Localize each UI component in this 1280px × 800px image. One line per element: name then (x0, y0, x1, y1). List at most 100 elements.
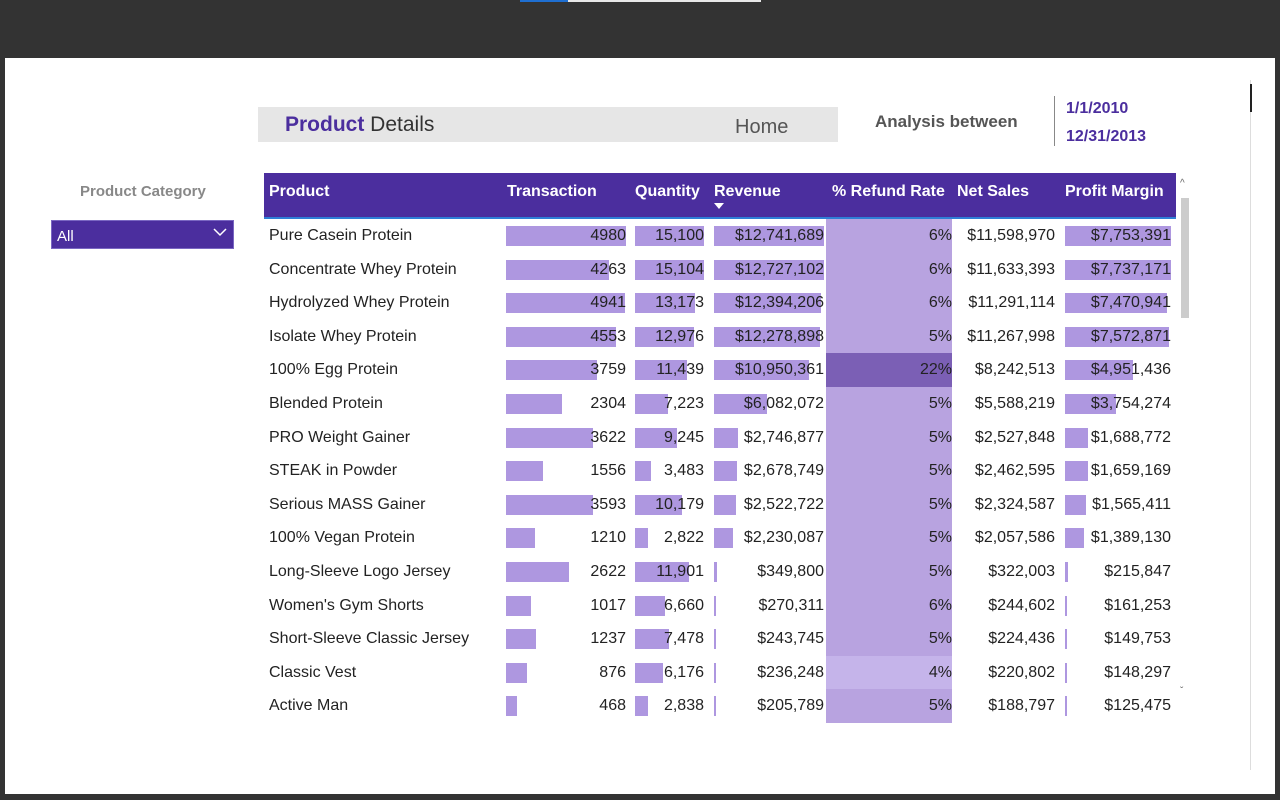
cell-value: 5% (928, 697, 952, 715)
column-header-refund-rate[interactable]: % Refund Rate (832, 183, 945, 201)
cell-value: $243,745 (757, 630, 824, 648)
cell-refund-rate: 5% (826, 521, 952, 555)
table-row[interactable]: Women's Gym Shorts 1017 6,660 $270,311 6% $24… (264, 588, 1176, 623)
table-row[interactable]: Concentrate Whey Protein 4263 15,104 $12,72… (264, 252, 1176, 287)
table-row[interactable]: Hydrolyzed Whey Protein 4941 13,173 $12,394… (264, 286, 1176, 320)
cell-value: $8,242,513 (974, 361, 1055, 379)
cell-profit-margin: $215,847 (1065, 555, 1171, 589)
column-header-profit-margin[interactable]: Profit Margin (1065, 183, 1164, 201)
table-row[interactable]: Serious MASS Gainer 3593 10,179 $2,522,722 5… (264, 487, 1176, 522)
scroll-up-icon[interactable]: ^ (1180, 178, 1185, 189)
product-name: Classic Vest (269, 663, 357, 681)
cell-revenue: $12,727,102 (714, 253, 824, 287)
cell-value: $1,659,169 (1090, 462, 1171, 480)
cell-refund-rate: 5% (826, 554, 952, 589)
cell-transaction: 1210 (506, 521, 626, 555)
home-link[interactable]: Home (735, 116, 788, 139)
cell-transaction: 3759 (506, 353, 626, 387)
cell-quantity: 15,104 (635, 253, 704, 287)
cell-value: $224,436 (988, 630, 1055, 648)
cell-revenue: $2,522,722 (714, 488, 824, 522)
start-date[interactable]: 1/1/2010 (1066, 100, 1128, 118)
cell-value: 11,439 (656, 361, 704, 379)
data-bar (506, 427, 593, 448)
cell-revenue: $243,745 (714, 622, 824, 656)
column-header-quantity[interactable]: Quantity (635, 183, 700, 201)
end-date[interactable]: 12/31/2013 (1066, 128, 1146, 146)
cell-value: $2,324,587 (974, 495, 1055, 513)
column-header-transaction[interactable]: Transaction (507, 183, 597, 201)
right-marker (1250, 84, 1252, 112)
product-name: Hydrolyzed Whey Protein (269, 294, 450, 312)
table-row[interactable]: Classic Vest 876 6,176 $236,248 4% $220,802 $1… (264, 655, 1176, 690)
cell-value: 5% (928, 495, 952, 513)
data-bar (1065, 427, 1088, 448)
table-header: Product Transaction Quantity Revenue % R… (264, 173, 1176, 219)
cell-value: 4980 (590, 227, 626, 244)
table-row[interactable]: Blended Protein 2304 7,223 $6,082,072 5% $5,5… (264, 386, 1176, 421)
cell-transaction: 1556 (506, 454, 626, 488)
cell-refund-rate: 6% (826, 219, 952, 253)
table-row[interactable]: 100% Egg Protein 3759 11,439 $10,950,361 22%… (264, 353, 1176, 387)
cell-value: 4553 (590, 327, 626, 345)
cell-quantity: 2,822 (635, 521, 704, 555)
table-row[interactable]: Active Man 468 2,838 $205,789 5% $188,797 $125… (264, 689, 1176, 723)
cell-value: 7,223 (663, 394, 704, 412)
product-category-label: Product Category (80, 183, 206, 200)
column-header-net-sales[interactable]: Net Sales (957, 183, 1029, 201)
table-row[interactable]: 100% Vegan Protein 1210 2,822 $2,230,087 5% $… (264, 521, 1176, 555)
cell-net-sales: $188,797 (957, 689, 1055, 723)
cell-transaction: 468 (506, 689, 626, 723)
date-divider (1054, 96, 1055, 146)
data-bar (506, 461, 543, 482)
data-bar (1065, 561, 1068, 582)
cell-value: 6% (928, 227, 952, 244)
cell-value: 6% (928, 596, 952, 614)
table-row[interactable]: PRO Weight Gainer 3622 9,245 $2,746,877 5% $2… (264, 420, 1176, 455)
cell-value: $205,789 (757, 697, 824, 715)
scroll-down-icon[interactable]: ˇ (1180, 686, 1183, 697)
cell-value: $220,802 (988, 663, 1055, 681)
cell-refund-rate: 5% (826, 319, 952, 354)
cell-profit-margin: $7,737,171 (1065, 253, 1171, 287)
table-row[interactable]: Isolate Whey Protein 4553 12,976 $12,278,89… (264, 319, 1176, 354)
cell-transaction: 4553 (506, 320, 626, 354)
cell-value: 5% (928, 462, 952, 480)
cell-net-sales: $5,588,219 (957, 387, 1055, 421)
page-tab-indicator-active[interactable] (520, 0, 568, 2)
cell-value: $188,797 (988, 697, 1055, 715)
cell-refund-rate: 6% (826, 588, 952, 623)
table-row[interactable]: STEAK in Powder 1556 3,483 $2,678,749 5% $2,4… (264, 454, 1176, 488)
cell-profit-margin: $7,753,391 (1065, 219, 1171, 253)
cell-transaction: 3593 (506, 488, 626, 522)
scrollbar-thumb[interactable] (1181, 198, 1189, 318)
table-row[interactable]: Long-Sleeve Logo Jersey 2622 11,901 $349,80… (264, 554, 1176, 589)
table-row[interactable]: Short-Sleeve Classic Jersey 1237 7,478 $243… (264, 622, 1176, 656)
cell-value: $2,527,848 (974, 428, 1055, 446)
cell-net-sales: $8,242,513 (957, 353, 1055, 387)
data-bar (714, 561, 717, 582)
cell-value: 2304 (590, 394, 626, 412)
cell-quantity: 11,439 (635, 353, 704, 387)
cell-revenue: $12,394,206 (714, 286, 824, 320)
data-bar (714, 528, 733, 549)
cell-value: $215,847 (1104, 562, 1171, 580)
cell-value: $11,633,393 (967, 260, 1055, 278)
cell-transaction: 1017 (506, 589, 626, 623)
product-name: Active Man (269, 697, 349, 715)
cell-value: $148,297 (1104, 663, 1171, 681)
product-category-value: All (57, 228, 74, 245)
column-header-product[interactable]: Product (269, 183, 329, 201)
cell-refund-rate: 4% (826, 655, 952, 690)
cell-transaction: 876 (506, 656, 626, 690)
product-category-dropdown[interactable]: All (51, 220, 234, 249)
data-bar (506, 662, 527, 683)
product-name: PRO Weight Gainer (269, 428, 411, 446)
table-row[interactable]: Pure Casein Protein 4980 15,100 $12,741,689… (264, 219, 1176, 253)
cell-refund-rate: 5% (826, 622, 952, 656)
chevron-down-icon (213, 228, 227, 237)
column-header-revenue[interactable]: Revenue (714, 183, 781, 201)
page-tab-indicator[interactable] (568, 0, 761, 2)
data-bar (506, 696, 517, 717)
cell-value: $125,475 (1104, 697, 1171, 715)
